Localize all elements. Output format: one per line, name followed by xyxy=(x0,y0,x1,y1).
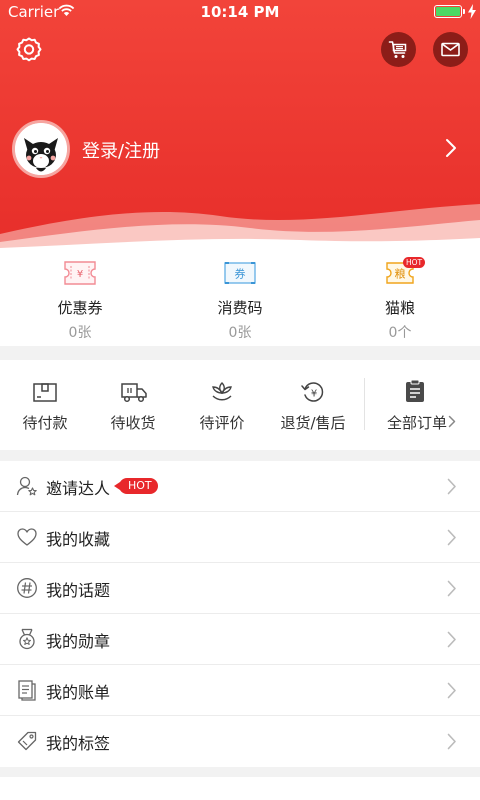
order-pending-review[interactable]: 待评价 xyxy=(177,360,267,450)
medal-icon xyxy=(19,628,35,650)
menu-label: 我的标签 xyxy=(46,734,111,753)
chevron-right-icon xyxy=(447,478,456,495)
coupon-icon: ¥ xyxy=(64,261,96,285)
hot-badge: HOT xyxy=(403,257,426,268)
order-refund[interactable]: ¥ 退货/售后 xyxy=(268,360,358,450)
refund-icon: ¥ xyxy=(301,382,324,402)
tag-icon xyxy=(17,731,37,751)
asset-coupon[interactable]: ¥ 优惠券 0张 xyxy=(0,250,160,346)
cat-avatar-icon xyxy=(15,123,67,175)
hashtag-icon xyxy=(17,578,37,598)
asset-voucher-code[interactable]: 券 消费码 0张 xyxy=(160,250,320,346)
menu-item-bills[interactable]: 我的账单 xyxy=(0,665,480,716)
voucher-icon-text: 券 xyxy=(235,267,246,281)
invite-icon xyxy=(16,476,37,496)
asset-name: 消费码 xyxy=(217,299,263,317)
battery-icon xyxy=(434,5,462,18)
menu-label: 我的话题 xyxy=(46,581,111,600)
cat-food-icon-text: 粮 xyxy=(395,267,406,281)
menu-item-medals[interactable]: 我的勋章 xyxy=(0,614,480,665)
menu-label: 邀请达人 xyxy=(46,479,111,498)
clipboard-icon xyxy=(406,379,424,402)
flower-icon xyxy=(212,382,232,401)
menu-label: 我的账单 xyxy=(46,683,111,702)
asset-value: 0个 xyxy=(388,325,412,341)
asset-name: 猫粮 xyxy=(384,299,415,317)
profile-header: Carrier 10:14 PM 登录/注册 xyxy=(0,0,480,250)
charging-bolt-icon xyxy=(468,4,476,19)
order-label: 退货/售后 xyxy=(280,414,346,432)
svg-text:¥: ¥ xyxy=(311,389,317,400)
cart-button[interactable] xyxy=(381,32,416,67)
assets-panel: ¥ 优惠券 0张 券 消费码 0张 粮 HOT 猫粮 0个 xyxy=(0,250,480,346)
chevron-right-icon xyxy=(448,415,456,428)
hot-badge: HOT xyxy=(114,478,158,494)
menu-item-favorites[interactable]: 我的收藏 xyxy=(0,512,480,563)
settings-button[interactable] xyxy=(14,35,44,65)
menu-item-invite[interactable]: 邀请达人 HOT xyxy=(0,461,480,512)
heart-icon xyxy=(17,528,37,546)
order-label: 待收货 xyxy=(110,414,156,432)
menu-label: 我的勋章 xyxy=(46,632,111,651)
svg-text:¥: ¥ xyxy=(77,269,83,280)
battery-tip xyxy=(463,9,465,14)
truck-icon xyxy=(121,383,147,403)
wallet-icon xyxy=(33,383,57,402)
order-label: 待评价 xyxy=(199,414,245,432)
asset-value: 0张 xyxy=(68,325,92,341)
mail-icon xyxy=(441,42,460,57)
order-pending-receipt[interactable]: 待收货 xyxy=(88,360,178,450)
all-orders-label: 全部订单 xyxy=(387,414,448,432)
menu-label: 我的收藏 xyxy=(46,530,111,549)
menu-item-tags[interactable]: 我的标签 xyxy=(0,716,480,767)
settings-icon xyxy=(16,37,42,62)
order-pending-payment[interactable]: 待付款 xyxy=(0,360,90,450)
menu-item-topics[interactable]: 我的话题 xyxy=(0,563,480,614)
asset-value: 0张 xyxy=(228,325,252,341)
shopping-cart-icon xyxy=(388,41,407,58)
status-bar: Carrier 10:14 PM xyxy=(0,0,480,24)
asset-name: 优惠券 xyxy=(57,299,103,317)
clock: 10:14 PM xyxy=(200,3,280,21)
login-register-link[interactable]: 登录/注册 xyxy=(82,137,160,163)
chevron-right-icon xyxy=(447,631,456,648)
asset-cat-food[interactable]: 粮 HOT 猫粮 0个 xyxy=(320,250,480,346)
bill-icon xyxy=(18,680,36,701)
settings-menu: 邀请达人 HOT 我的收藏 我的话题 我的勋章 我的账单 我的标签 xyxy=(0,461,480,767)
header-wave xyxy=(0,204,480,250)
chevron-right-icon[interactable] xyxy=(445,138,457,158)
avatar[interactable] xyxy=(12,120,70,178)
next-section-partial xyxy=(0,777,480,800)
orders-panel: 待付款 待收货 待评价 ¥ 退货/售后 全部订单 xyxy=(0,360,480,450)
voucher-code-icon: 券 xyxy=(224,262,256,284)
message-button[interactable] xyxy=(433,32,468,67)
chevron-right-icon xyxy=(447,529,456,546)
all-orders-button[interactable]: 全部订单 xyxy=(365,360,480,450)
chevron-right-icon xyxy=(447,733,456,750)
chevron-right-icon xyxy=(447,682,456,699)
order-label: 待付款 xyxy=(22,414,68,432)
chevron-right-icon xyxy=(447,580,456,597)
